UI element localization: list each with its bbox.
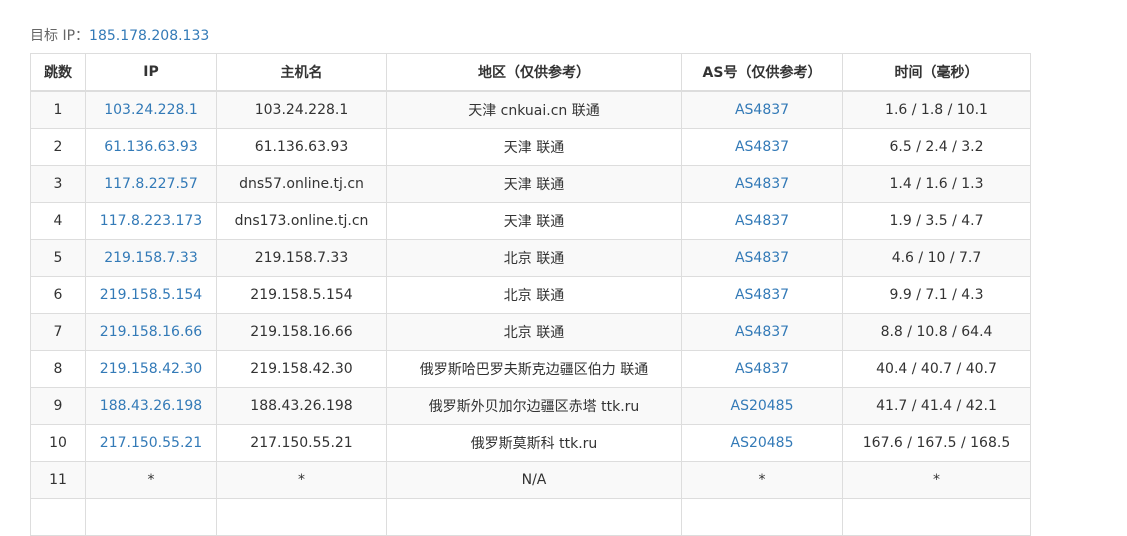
table-row: 2 61.136.63.93 61.136.63.93 天津 联通 AS4837 6.5 … xyxy=(30,128,1031,166)
table-row: 7 219.158.16.66 219.158.16.66 北京 联通 AS4837 8.… xyxy=(30,313,1031,351)
cell-ip-link[interactable]: 103.24.228.1 xyxy=(85,90,217,129)
cell-hostname: 219.158.16.66 xyxy=(216,313,387,351)
cell-time: 1.6 / 1.8 / 10.1 xyxy=(842,90,1031,129)
cell-hostname: 219.158.5.154 xyxy=(216,276,387,314)
table-row: 1 103.24.228.1 103.24.228.1 天津 cnkuai.cn 联通… xyxy=(30,90,1031,129)
table-row: 11 * * N/A * * xyxy=(30,461,1031,499)
header-ip: IP xyxy=(85,53,217,92)
cell-as-link: * xyxy=(681,461,843,499)
cell-as-link[interactable]: AS4837 xyxy=(681,313,843,351)
cell-hostname: dns173.online.tj.cn xyxy=(216,202,387,240)
cell-as-link[interactable]: AS4837 xyxy=(681,202,843,240)
cell-time: 1.4 / 1.6 / 1.3 xyxy=(842,165,1031,203)
cell-hop: 7 xyxy=(30,313,86,351)
cell-hostname: * xyxy=(216,461,387,499)
cell-region: 俄罗斯哈巴罗夫斯克边疆区伯力 联通 xyxy=(386,350,682,388)
cell-hop: 2 xyxy=(30,128,86,166)
cell-region: 俄罗斯外贝加尔边疆区赤塔 ttk.ru xyxy=(386,387,682,425)
header-hostname: 主机名 xyxy=(216,53,387,92)
table-row xyxy=(30,498,1031,536)
cell-time xyxy=(842,498,1031,536)
cell-time: 40.4 / 40.7 / 40.7 xyxy=(842,350,1031,388)
cell-hop: 6 xyxy=(30,276,86,314)
target-ip-link[interactable]: 185.178.208.133 xyxy=(89,28,209,44)
cell-region: 北京 联通 xyxy=(386,239,682,277)
cell-hostname xyxy=(216,498,387,536)
cell-time: 167.6 / 167.5 / 168.5 xyxy=(842,424,1031,462)
cell-ip-link: * xyxy=(85,461,217,499)
cell-region: 天津 cnkuai.cn 联通 xyxy=(386,90,682,129)
cell-hop: 11 xyxy=(30,461,86,499)
table-row: 6 219.158.5.154 219.158.5.154 北京 联通 AS4837 9.… xyxy=(30,276,1031,314)
cell-ip-link[interactable]: 219.158.16.66 xyxy=(85,313,217,351)
cell-time: 8.8 / 10.8 / 64.4 xyxy=(842,313,1031,351)
traceroute-table: 跳数 IP 主机名 地区（仅供参考） AS号（仅供参考） 时间（毫秒） 1 103… xyxy=(30,53,1031,536)
cell-time: 4.6 / 10 / 7.7 xyxy=(842,239,1031,277)
cell-hostname: 217.150.55.21 xyxy=(216,424,387,462)
cell-region: 俄罗斯莫斯科 ttk.ru xyxy=(386,424,682,462)
cell-as-link[interactable]: AS20485 xyxy=(681,387,843,425)
cell-region: 天津 联通 xyxy=(386,128,682,166)
cell-as-link[interactable]: AS4837 xyxy=(681,128,843,166)
traceroute-table-body: 1 103.24.228.1 103.24.228.1 天津 cnkuai.cn 联通… xyxy=(30,90,1031,536)
cell-time: 9.9 / 7.1 / 4.3 xyxy=(842,276,1031,314)
cell-hop: 4 xyxy=(30,202,86,240)
cell-as-link[interactable]: AS4837 xyxy=(681,276,843,314)
cell-ip-link[interactable]: 61.136.63.93 xyxy=(85,128,217,166)
cell-region: 北京 联通 xyxy=(386,276,682,314)
cell-hop: 3 xyxy=(30,165,86,203)
header-as: AS号（仅供参考） xyxy=(681,53,843,92)
cell-ip-link xyxy=(85,498,217,536)
cell-hop: 9 xyxy=(30,387,86,425)
table-row: 4 117.8.223.173 dns173.online.tj.cn 天津 联通 AS… xyxy=(30,202,1031,240)
cell-as-link[interactable]: AS4837 xyxy=(681,239,843,277)
cell-ip-link[interactable]: 117.8.227.57 xyxy=(85,165,217,203)
cell-region: N/A xyxy=(386,461,682,499)
cell-ip-link[interactable]: 188.43.26.198 xyxy=(85,387,217,425)
cell-hostname: 188.43.26.198 xyxy=(216,387,387,425)
table-row: 8 219.158.42.30 219.158.42.30 俄罗斯哈巴罗夫斯克边疆区伯… xyxy=(30,350,1031,388)
cell-as-link xyxy=(681,498,843,536)
cell-hop: 10 xyxy=(30,424,86,462)
cell-hop xyxy=(30,498,86,536)
table-row: 9 188.43.26.198 188.43.26.198 俄罗斯外贝加尔边疆区赤塔 … xyxy=(30,387,1031,425)
cell-ip-link[interactable]: 219.158.7.33 xyxy=(85,239,217,277)
target-ip-line: 目标 IP：185.178.208.133 xyxy=(30,26,209,46)
cell-region: 北京 联通 xyxy=(386,313,682,351)
cell-time: 6.5 / 2.4 / 3.2 xyxy=(842,128,1031,166)
table-row: 3 117.8.227.57 dns57.online.tj.cn 天津 联通 AS48… xyxy=(30,165,1031,203)
cell-hostname: 103.24.228.1 xyxy=(216,90,387,129)
cell-as-link[interactable]: AS20485 xyxy=(681,424,843,462)
cell-ip-link[interactable]: 219.158.42.30 xyxy=(85,350,217,388)
header-region: 地区（仅供参考） xyxy=(386,53,682,92)
cell-hostname: 61.136.63.93 xyxy=(216,128,387,166)
cell-hop: 8 xyxy=(30,350,86,388)
cell-time: 1.9 / 3.5 / 4.7 xyxy=(842,202,1031,240)
cell-hostname: dns57.online.tj.cn xyxy=(216,165,387,203)
cell-hostname: 219.158.7.33 xyxy=(216,239,387,277)
target-ip-label: 目标 IP： xyxy=(30,28,90,44)
cell-region: 天津 联通 xyxy=(386,165,682,203)
table-row: 10 217.150.55.21 217.150.55.21 俄罗斯莫斯科 ttk.r… xyxy=(30,424,1031,462)
table-row: 5 219.158.7.33 219.158.7.33 北京 联通 AS4837 4.6 … xyxy=(30,239,1031,277)
table-header-row: 跳数 IP 主机名 地区（仅供参考） AS号（仅供参考） 时间（毫秒） xyxy=(30,53,1031,92)
cell-ip-link[interactable]: 219.158.5.154 xyxy=(85,276,217,314)
cell-time: * xyxy=(842,461,1031,499)
cell-time: 41.7 / 41.4 / 42.1 xyxy=(842,387,1031,425)
cell-region xyxy=(386,498,682,536)
header-time: 时间（毫秒） xyxy=(842,53,1031,92)
cell-hop: 1 xyxy=(30,90,86,129)
header-hop: 跳数 xyxy=(30,53,86,92)
cell-ip-link[interactable]: 117.8.223.173 xyxy=(85,202,217,240)
cell-ip-link[interactable]: 217.150.55.21 xyxy=(85,424,217,462)
cell-as-link[interactable]: AS4837 xyxy=(681,90,843,129)
cell-hop: 5 xyxy=(30,239,86,277)
cell-hostname: 219.158.42.30 xyxy=(216,350,387,388)
cell-region: 天津 联通 xyxy=(386,202,682,240)
cell-as-link[interactable]: AS4837 xyxy=(681,165,843,203)
cell-as-link[interactable]: AS4837 xyxy=(681,350,843,388)
